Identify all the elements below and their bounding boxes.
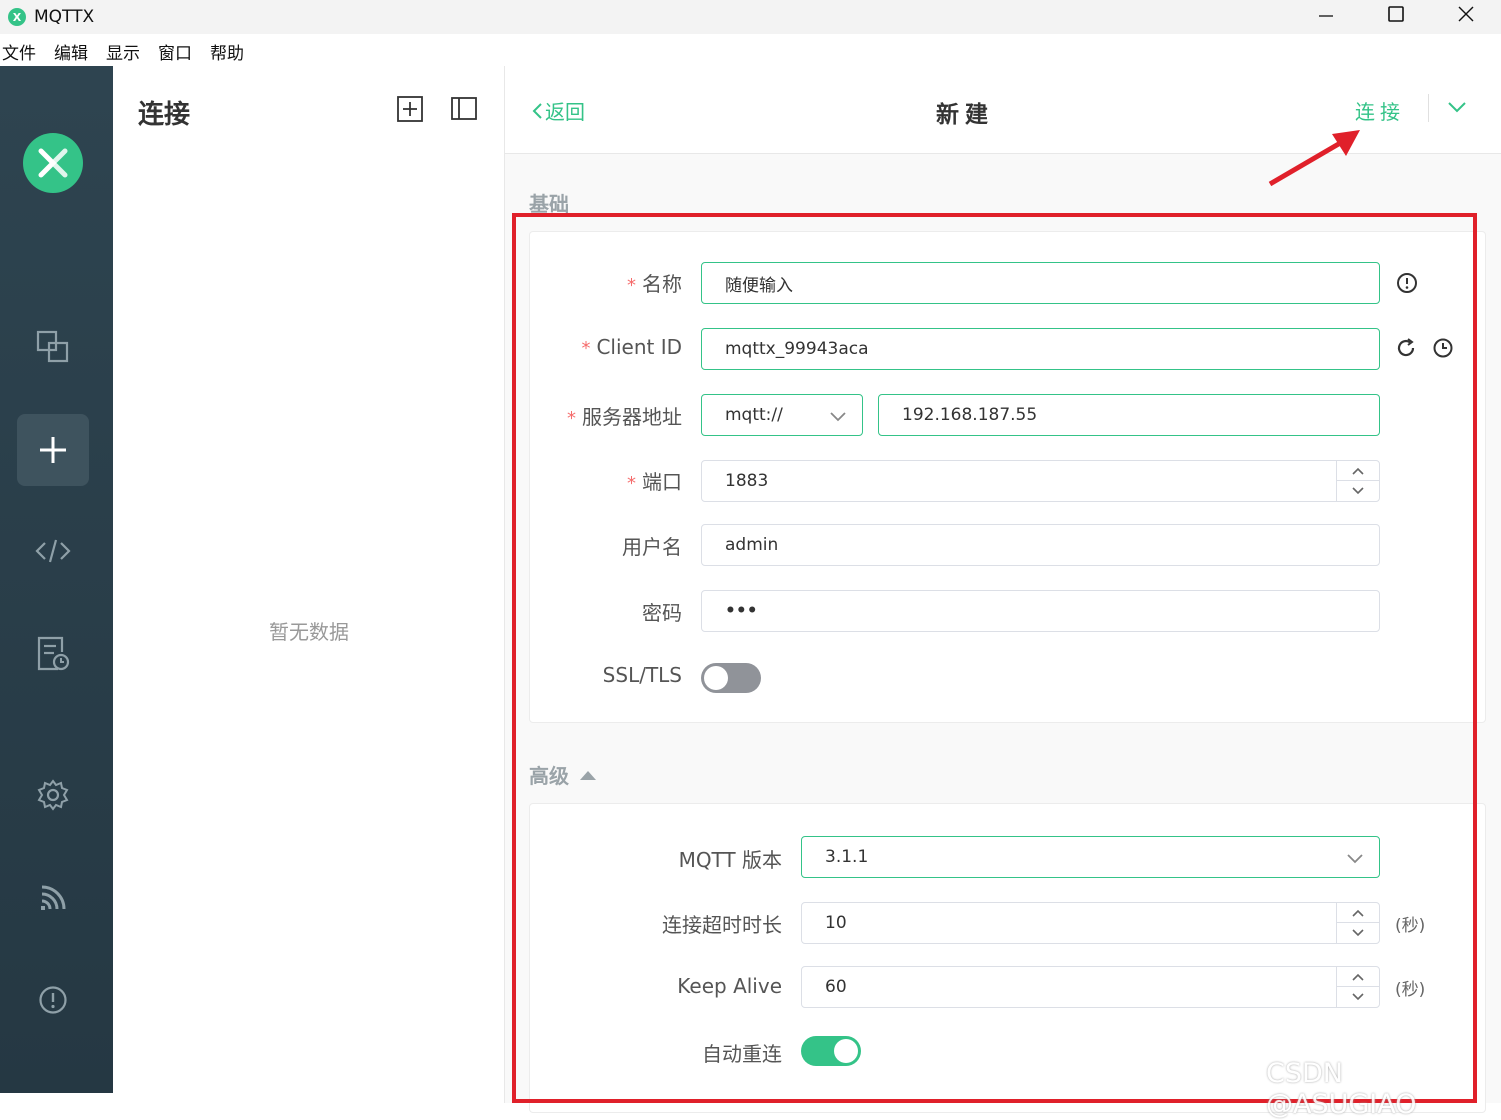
caret-up-icon: [580, 770, 596, 780]
chevron-down-icon: [830, 412, 846, 422]
menu-help[interactable]: 帮助: [210, 37, 244, 64]
timeout-unit: (秒): [1395, 916, 1426, 936]
server-label: * 服务器地址: [567, 405, 682, 429]
port-value: 1883: [725, 471, 769, 491]
rail-settings-button[interactable]: [17, 759, 89, 831]
protocol-select[interactable]: mqtt://: [701, 394, 863, 436]
basic-card: * 名称 随便输入 * Client ID mqttx_99943aca * 服务器地…: [529, 231, 1486, 723]
rail-script-button[interactable]: [17, 515, 89, 587]
info-icon[interactable]: [1396, 272, 1418, 294]
protocol-value: mqtt://: [725, 405, 783, 425]
close-icon: [1458, 6, 1474, 22]
chevron-down-icon: [1352, 929, 1364, 937]
keep-alive-value: 60: [825, 977, 847, 997]
empty-state-text: 暂无数据: [269, 620, 349, 644]
refresh-icon[interactable]: [1395, 337, 1417, 359]
maximize-icon: [1388, 6, 1404, 22]
settings-icon: [37, 779, 69, 811]
ssl-toggle[interactable]: [701, 663, 761, 693]
mqttx-logo-icon: [23, 133, 83, 193]
menu-view[interactable]: 显示: [106, 37, 140, 64]
port-label: * 端口: [627, 470, 682, 494]
host-input[interactable]: 192.168.187.55: [878, 394, 1380, 436]
about-icon: [39, 986, 67, 1014]
increment-button[interactable]: [1337, 461, 1379, 481]
username-label: 用户名: [622, 535, 682, 559]
header-divider: [1428, 94, 1429, 122]
maximize-button[interactable]: [1361, 0, 1431, 28]
keep-alive-input[interactable]: 60: [801, 966, 1380, 1008]
increment-button[interactable]: [1337, 903, 1379, 923]
chevron-down-icon: [1347, 854, 1363, 864]
decrement-button[interactable]: [1337, 481, 1379, 501]
watermark: CSDN @ASUGIAO: [1266, 1058, 1417, 1120]
increment-button[interactable]: [1337, 967, 1379, 987]
chevron-down-icon[interactable]: [1446, 99, 1468, 115]
connect-timeout-value: 10: [825, 913, 847, 933]
toggle-knob: [704, 666, 728, 690]
password-input[interactable]: •••: [701, 590, 1380, 632]
rail-subscribe-button[interactable]: [17, 862, 89, 934]
name-input[interactable]: 随便输入: [701, 262, 1380, 304]
mqtt-version-value: 3.1.1: [825, 847, 869, 867]
password-label: 密码: [642, 601, 682, 625]
decrement-button[interactable]: [1337, 987, 1379, 1007]
script-icon: [35, 539, 71, 563]
connect-button[interactable]: 连接: [1355, 96, 1405, 125]
app-logo-icon: X: [8, 8, 26, 26]
log-icon: [37, 636, 70, 671]
subscribe-icon: [41, 885, 66, 910]
decrement-button[interactable]: [1337, 923, 1379, 943]
menu-bar: 文件 编辑 显示 窗口 帮助: [0, 34, 1501, 66]
keep-alive-unit: (秒): [1395, 980, 1426, 1000]
clock-icon[interactable]: [1432, 337, 1454, 359]
connect-timeout-input[interactable]: 10: [801, 902, 1380, 944]
chevron-down-icon: [1352, 487, 1364, 495]
ssl-label: SSL/TLS: [602, 663, 682, 687]
mqtt-version-label: MQTT 版本: [678, 848, 782, 872]
keep-alive-label: Keep Alive: [677, 974, 782, 998]
rail-connections-button[interactable]: [17, 311, 89, 383]
add-connection-icon[interactable]: [397, 96, 423, 122]
chevron-up-icon: [1352, 973, 1364, 981]
connect-timeout-label: 连接超时时长: [662, 913, 782, 937]
minimize-icon: [1319, 15, 1333, 17]
name-label: * 名称: [627, 272, 682, 296]
chevron-up-icon: [1352, 467, 1364, 475]
toggle-knob: [834, 1039, 858, 1063]
close-window-button[interactable]: [1431, 0, 1501, 28]
list-title: 连接: [138, 100, 191, 130]
username-input[interactable]: admin: [701, 524, 1380, 566]
chevron-down-icon: [1352, 993, 1364, 1001]
rail-about-button[interactable]: [17, 964, 89, 1036]
port-input[interactable]: 1883: [701, 460, 1380, 502]
connections-icon: [36, 330, 69, 363]
mqtt-version-select[interactable]: 3.1.1: [801, 836, 1380, 878]
chevron-up-icon: [1352, 909, 1364, 917]
menu-file[interactable]: 文件: [2, 37, 36, 64]
menu-window[interactable]: 窗口: [158, 37, 192, 64]
arrow-annotation-icon: [1268, 130, 1360, 187]
client-id-input[interactable]: mqttx_99943aca: [701, 328, 1380, 370]
menu-edit[interactable]: 编辑: [54, 37, 88, 64]
minimize-button[interactable]: [1291, 0, 1361, 28]
timeout-stepper: [1336, 903, 1379, 943]
keep-alive-stepper: [1336, 967, 1379, 1007]
advanced-section-header[interactable]: 高级: [529, 760, 597, 789]
title-bar: X MQTTX: [0, 0, 1501, 34]
rail-new-connection-button[interactable]: [17, 414, 89, 486]
advanced-section-label: 高级: [529, 764, 569, 788]
main-panel: 返回 新建 连接 基础 * 名称 随便输入 * Client ID mqttx_99…: [505, 66, 1501, 1113]
new-connection-icon: [40, 437, 66, 463]
auto-reconnect-label: 自动重连: [702, 1042, 782, 1066]
connection-list-panel: 连接 暂无数据: [113, 66, 505, 1103]
nav-rail: [0, 66, 113, 1093]
port-stepper: [1336, 461, 1379, 501]
auto-reconnect-toggle[interactable]: [801, 1036, 861, 1066]
toggle-panel-icon[interactable]: [451, 96, 477, 122]
rail-log-button[interactable]: [17, 618, 89, 690]
app-title: MQTTX: [34, 7, 95, 27]
basic-section-label: 基础: [529, 192, 569, 216]
client-id-label: * Client ID: [581, 335, 682, 359]
